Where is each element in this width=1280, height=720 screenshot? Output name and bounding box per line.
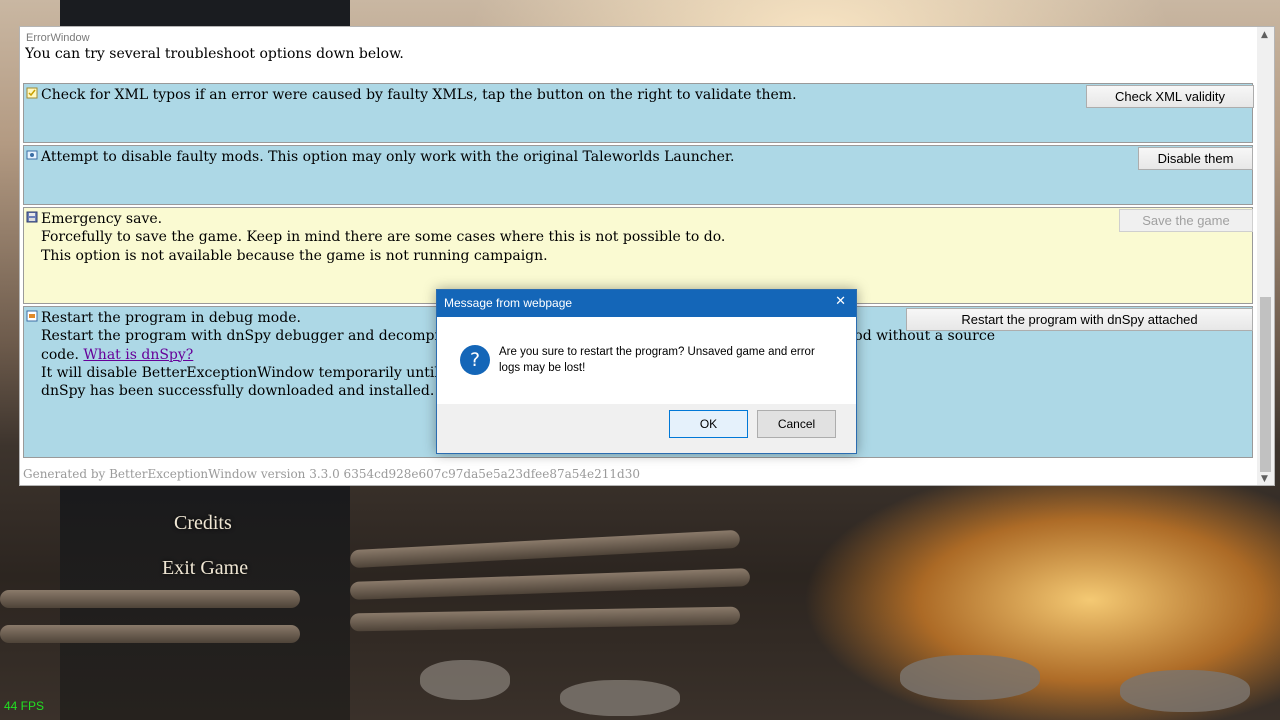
disable-them-button[interactable]: Disable them <box>1138 147 1253 170</box>
fence-log <box>349 568 751 600</box>
dialog-title: Message from webpage <box>444 296 573 310</box>
description-code: code. <box>41 346 79 363</box>
option-description: Forcefully to save the game. Keep in min… <box>41 229 726 246</box>
save-game-button[interactable]: Save the game <box>1119 209 1253 232</box>
option-text: Attempt to disable faulty mods. This opt… <box>41 149 735 165</box>
what-is-dnspy-link[interactable]: What is dnSpy? <box>83 347 193 363</box>
scroll-up-icon[interactable]: ▲ <box>1261 30 1268 40</box>
scrollbar-thumb[interactable] <box>1260 297 1271 472</box>
dialog-titlebar: Message from webpage ✕ <box>437 290 856 317</box>
restart-dnspy-button[interactable]: Restart the program with dnSpy attached <box>906 308 1253 331</box>
option-text: Check for XML typos if an error were cau… <box>41 87 797 103</box>
option-panel-disable-mods: Attempt to disable faulty mods. This opt… <box>23 145 1253 205</box>
menu-exit-game[interactable]: Exit Game <box>162 557 248 580</box>
ground-stone <box>420 660 510 700</box>
fence-log <box>349 606 741 632</box>
version-footer: Generated by BetterExceptionWindow versi… <box>23 467 641 481</box>
dialog-message: Are you sure to restart the program? Uns… <box>499 346 815 374</box>
checklist-icon <box>26 87 38 99</box>
description-text: Restart the program with dnSpy debugger … <box>41 328 499 345</box>
intro-text: You can try several troubleshoot options… <box>25 46 404 62</box>
fence-log <box>0 590 300 608</box>
option-note: This option is not available because the… <box>41 247 548 264</box>
close-icon[interactable]: ✕ <box>835 294 846 309</box>
option-text: Emergency save. Forcefully to save the g… <box>41 210 725 265</box>
ground-stone <box>1120 670 1250 712</box>
option-panel-xml: Check for XML typos if an error were cau… <box>23 83 1254 143</box>
scroll-down-icon[interactable]: ▼ <box>1261 474 1268 484</box>
ok-button[interactable]: OK <box>669 410 748 438</box>
question-icon: ? <box>460 345 490 375</box>
mods-icon <box>26 150 38 160</box>
check-xml-button[interactable]: Check XML validity <box>1086 85 1254 108</box>
fence-log <box>0 625 300 643</box>
cancel-button[interactable]: Cancel <box>757 410 836 438</box>
window-title: ErrorWindow <box>26 32 90 44</box>
fps-counter: 44 FPS <box>4 699 45 713</box>
ground-stone <box>900 655 1040 700</box>
option-heading: Emergency save. <box>41 211 163 227</box>
debug-icon <box>26 310 38 322</box>
ground-stone <box>560 680 680 716</box>
confirm-dialog: Message from webpage ✕ ? Are you sure to… <box>436 289 857 454</box>
fence-log <box>349 529 741 569</box>
save-disk-icon <box>26 211 38 223</box>
vertical-scrollbar[interactable]: ▲ ▼ <box>1257 27 1274 485</box>
menu-credits[interactable]: Credits <box>174 512 232 535</box>
